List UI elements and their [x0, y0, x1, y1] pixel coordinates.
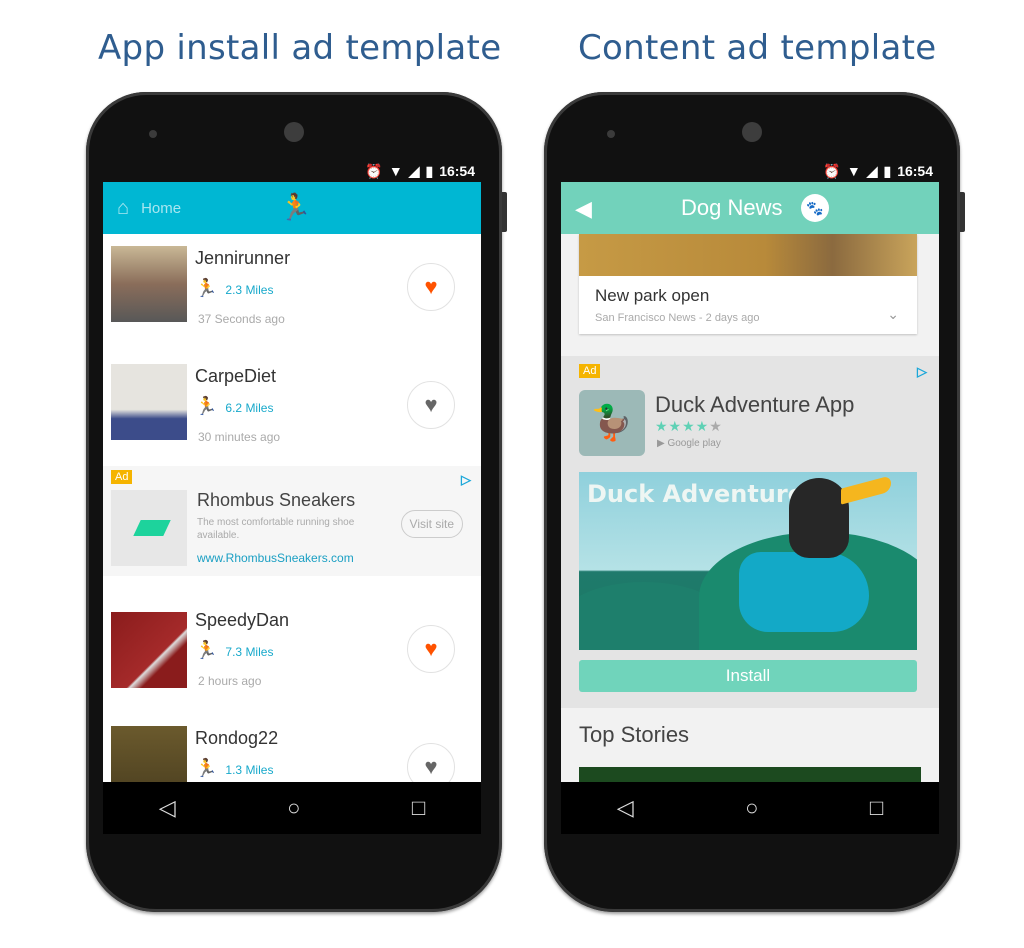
runner-icon: 🏃	[195, 758, 218, 778]
runner-icon: 🏃	[279, 192, 312, 222]
app-title: Dog News	[681, 195, 783, 220]
app-bar: ⌂ Home 🏃	[103, 182, 481, 234]
duck-body	[739, 552, 869, 632]
runner-icon: 🏃	[195, 396, 218, 416]
app-screen: New park open San Francisco News - 2 day…	[561, 182, 939, 832]
alarm-icon: ⏰	[365, 162, 383, 179]
content-ad[interactable]: Ad ▷ 🦆 Duck Adventure App ★★★★★ ▶ Google…	[561, 356, 939, 708]
like-button[interactable]: ♥	[407, 263, 455, 311]
home-label[interactable]: Home	[141, 200, 181, 217]
heart-icon: ♥	[424, 392, 438, 417]
chevron-down-icon[interactable]: ⌄	[887, 306, 899, 323]
feed-username: Jennirunner	[195, 248, 291, 268]
heading-app-install: App install ad template	[98, 28, 502, 68]
ad-app-title: Duck Adventure App	[655, 392, 855, 417]
feed-thumbnail	[111, 246, 187, 322]
rhombus-logo	[133, 520, 171, 536]
adchoices-icon[interactable]: ▷	[917, 364, 927, 380]
ad-description: The most comfortable running shoe availa…	[197, 517, 355, 541]
adchoices-icon[interactable]: ▷	[461, 472, 471, 488]
app-icon: 🦆	[579, 390, 645, 456]
status-time: 16:54	[439, 163, 475, 179]
story-source: San Francisco News - 2 days ago	[595, 312, 760, 324]
feed-item[interactable]: Jennirunner 🏃 2.3 Miles 37 Seconds ago ♥	[103, 234, 481, 352]
battery-icon: ▮	[425, 162, 434, 179]
feed-thumbnail	[111, 612, 187, 688]
story-card[interactable]: New park open San Francisco News - 2 day…	[579, 234, 917, 334]
battery-icon: ▮	[883, 162, 892, 179]
front-camera	[149, 130, 157, 138]
like-button[interactable]: ♥	[407, 625, 455, 673]
runner-icon: 🏃	[195, 278, 218, 298]
paw-icon: 🐾	[801, 194, 829, 222]
heart-icon: ♥	[424, 636, 438, 661]
status-bar: ⏰ ▼ ◢ ▮ 16:54	[561, 160, 939, 182]
ad-badge: Ad	[579, 364, 601, 378]
story-image	[579, 234, 917, 276]
power-button	[502, 192, 507, 232]
back-icon[interactable]: ◁	[617, 795, 634, 821]
app-screen: ⌂ Home 🏃 Jennirunner 🏃 2.3 Miles 37 Secon…	[103, 182, 481, 832]
app-install-ad[interactable]: Ad ▷ Rhombus Sneakers The most comfortab…	[103, 466, 481, 576]
feed-distance: 🏃 1.3 Miles	[195, 758, 274, 778]
feed-time: 30 minutes ago	[198, 430, 281, 444]
feed-username: CarpeDiet	[195, 366, 277, 386]
ad-image	[111, 490, 187, 566]
home-icon[interactable]: ⌂	[117, 197, 129, 220]
front-camera	[607, 130, 615, 138]
status-bar: ⏰ ▼ ◢ ▮ 16:54	[103, 160, 481, 182]
like-button[interactable]: ♥	[407, 381, 455, 429]
story-headline: New park open	[595, 286, 710, 305]
android-nav-bar: ◁ ○ □	[561, 782, 939, 834]
alarm-icon: ⏰	[823, 162, 841, 179]
heart-icon: ♥	[424, 754, 438, 779]
duck-beak	[841, 475, 891, 505]
status-time: 16:54	[897, 163, 933, 179]
heading-content-ad: Content ad template	[578, 28, 937, 68]
earpiece-speaker	[284, 122, 304, 142]
star-rating: ★★★★★	[655, 418, 723, 434]
ad-banner-image[interactable]: Duck Adventure	[579, 472, 917, 650]
back-arrow-icon[interactable]: ◀	[575, 196, 592, 222]
signal-icon: ◢	[408, 162, 420, 179]
feed-time: 37 Seconds ago	[198, 312, 285, 326]
recents-icon[interactable]: □	[870, 795, 883, 821]
feed-distance: 🏃 6.2 Miles	[195, 396, 274, 416]
heart-icon: ♥	[424, 274, 438, 299]
ad-title: Rhombus Sneakers	[197, 490, 356, 510]
feed-item[interactable]: SpeedyDan 🏃 7.3 Miles 2 hours ago ♥	[103, 596, 481, 714]
feed-username: Rondog22	[195, 728, 279, 748]
android-nav-bar: ◁ ○ □	[103, 782, 481, 834]
power-button	[960, 192, 965, 232]
visit-site-button[interactable]: Visit site	[400, 510, 463, 538]
banner-title: Duck Adventure	[587, 480, 804, 508]
phone-content-ad: ⏰ ▼ ◢ ▮ 16:54 New park open San Francisc…	[544, 92, 965, 912]
wifi-icon: ▼	[388, 163, 403, 179]
feed-username: SpeedyDan	[195, 610, 290, 630]
signal-icon: ◢	[866, 162, 878, 179]
feed-time: 2 hours ago	[198, 674, 262, 688]
recents-icon[interactable]: □	[412, 795, 425, 821]
install-button[interactable]: Install	[579, 660, 917, 692]
duck-head	[789, 478, 849, 558]
app-bar: ◀ Dog News 🐾	[561, 182, 939, 234]
google-play-label: ▶ Google play	[657, 438, 721, 449]
ad-badge: Ad	[111, 470, 133, 484]
feed-distance: 🏃 2.3 Miles	[195, 278, 274, 298]
earpiece-speaker	[742, 122, 762, 142]
ad-url[interactable]: www.RhombusSneakers.com	[197, 551, 354, 565]
back-icon[interactable]: ◁	[159, 795, 176, 821]
home-circle-icon[interactable]: ○	[745, 795, 758, 821]
home-circle-icon[interactable]: ○	[287, 795, 300, 821]
feed-item[interactable]: CarpeDiet 🏃 6.2 Miles 30 minutes ago ♥	[103, 352, 481, 466]
wifi-icon: ▼	[846, 163, 861, 179]
phone-app-install: ⏰ ▼ ◢ ▮ 16:54 ⌂ Home 🏃 Jennirunner 🏃 2.3 …	[86, 92, 507, 912]
section-title: Top Stories	[579, 722, 690, 747]
feed-distance: 🏃 7.3 Miles	[195, 640, 274, 660]
runner-icon: 🏃	[195, 640, 218, 660]
feed-thumbnail	[111, 364, 187, 440]
